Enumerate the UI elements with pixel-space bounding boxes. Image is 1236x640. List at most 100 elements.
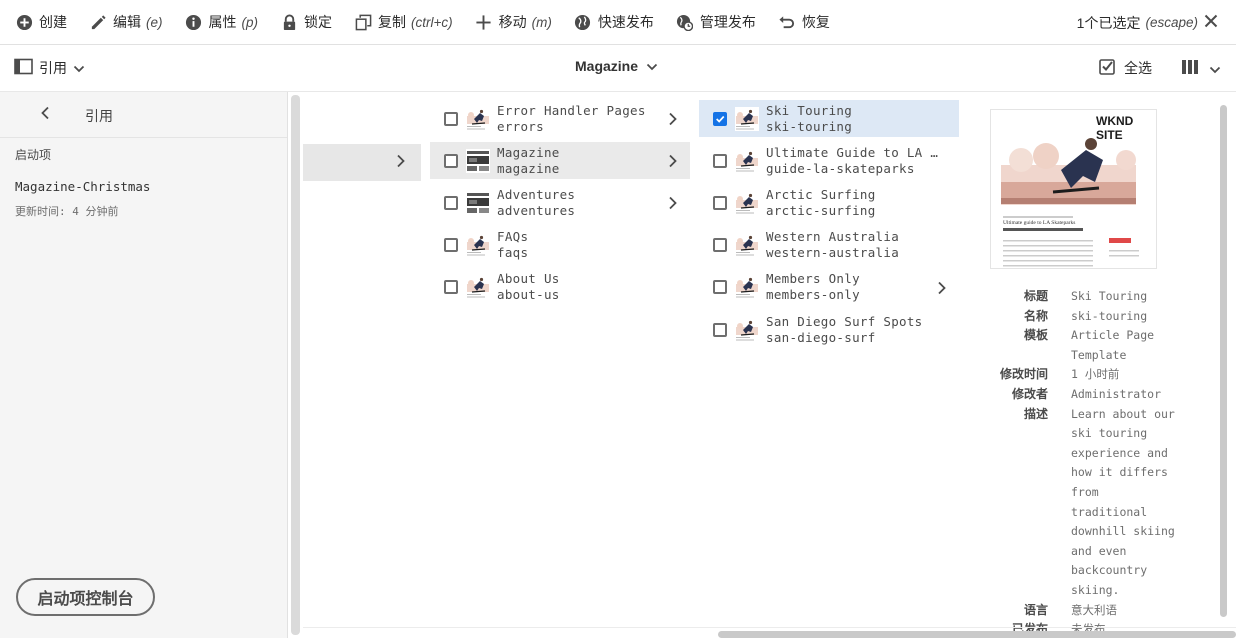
edit-label: 编辑 [113, 14, 141, 30]
copy-button[interactable]: 复制 (ctrl+c) [343, 0, 464, 45]
row-text: Magazine magazine [497, 145, 667, 177]
list-item[interactable]: Error Handler Pages errors [430, 100, 690, 137]
view-header: 引用 Magazine 全选 [0, 46, 1236, 92]
manage-publication-label: 管理发布 [699, 14, 756, 30]
list-item[interactable]: Ski Touring ski-touring [699, 100, 959, 137]
chevron-right-icon[interactable] [668, 154, 678, 173]
property-value: Administrator [1071, 386, 1162, 401]
manage-publication-button[interactable]: 管理发布 [665, 0, 767, 45]
property-row: 名称 ski-touring [1000, 307, 1200, 327]
page-title: San Diego Surf Spots [766, 313, 923, 329]
property-row: 描述 Learn about our ski touring experience… [1000, 405, 1200, 601]
row-checkbox[interactable] [713, 153, 727, 168]
row-text: Ski Touring ski-touring [766, 103, 944, 135]
rail-title: 引用 [85, 108, 113, 124]
page-thumbnail [466, 106, 490, 131]
property-value: 1 小时前 [1071, 367, 1120, 382]
page-name: about-us [497, 287, 560, 303]
move-label: 移动 [498, 14, 527, 30]
edit-button[interactable]: 编辑 (e) [78, 0, 174, 45]
list-item[interactable]: Arctic Surfing arctic-surfing [699, 184, 959, 221]
property-label: 描述 [1023, 406, 1048, 421]
property-row: 修改者 Administrator [1000, 385, 1200, 405]
chevron-right-icon[interactable] [937, 281, 947, 300]
page-title: Western Australia [766, 229, 900, 245]
property-value: Ski Touring [1071, 289, 1148, 303]
row-checkbox[interactable] [444, 195, 458, 210]
lock-button[interactable]: 锁定 [269, 0, 343, 45]
list-item[interactable]: Members Only members-only [699, 269, 959, 306]
row-checkbox[interactable] [444, 153, 458, 168]
lock-label: 锁定 [304, 14, 332, 30]
view-title-dropdown[interactable]: Magazine [575, 58, 658, 74]
page-name: members-only [766, 287, 860, 303]
row-checkbox[interactable] [713, 280, 727, 295]
chevron-right-icon[interactable] [668, 112, 678, 131]
row-text: Adventures adventures [497, 187, 667, 219]
row-checkbox[interactable] [444, 238, 458, 253]
copy-label: 复制 [378, 14, 406, 30]
list-item[interactable]: Western Australia western-australia [699, 227, 959, 264]
restore-label: 恢复 [801, 14, 830, 30]
view-title-label: Magazine [575, 58, 639, 74]
property-row: 修改时间 1 小时前 [1000, 365, 1200, 385]
edit-shortcut: (e) [146, 14, 163, 30]
property-label: 名称 [1023, 308, 1048, 323]
page-thumbnail [466, 190, 490, 215]
page-properties-list: 标题 Ski Touring 名称 ski-touring 模板 Article Page… [1000, 287, 1200, 640]
copy-icon [354, 13, 372, 31]
row-text: Western Australia western-australia [766, 229, 944, 261]
select-all-button[interactable]: 全选 [1099, 58, 1152, 78]
chevron-left-icon[interactable] [40, 106, 56, 122]
page-title: Ultimate Guide to LA S… [766, 144, 944, 160]
row-checkbox[interactable] [444, 280, 458, 295]
pencil-icon [89, 13, 107, 31]
rail-panel-icon [14, 58, 33, 78]
close-icon[interactable] [1204, 14, 1220, 30]
move-icon [475, 13, 493, 31]
row-checkbox[interactable] [713, 322, 727, 337]
list-item[interactable]: Magazine magazine [430, 142, 690, 180]
launch-item[interactable]: Magazine-Christmas [15, 179, 150, 194]
list-item[interactable]: San Diego Surf Spots san-diego-surf [699, 311, 959, 348]
row-text: Error Handler Pages errors [497, 103, 667, 135]
property-label: 修改时间 [1000, 367, 1049, 382]
rail-toggle-button[interactable]: 引用 [14, 58, 85, 78]
references-rail: 引用 启动项 Magazine-Christmas 更新时间: 4 分钟前 启动… [0, 92, 288, 638]
property-row: 标题 Ski Touring [1000, 287, 1200, 307]
launches-console-button[interactable]: 启动项控制台 [16, 578, 155, 616]
rail-header: 引用 [0, 92, 287, 138]
chevron-right-icon[interactable] [668, 196, 678, 215]
list-item[interactable]: About Us about-us [430, 269, 690, 306]
list-item[interactable]: Adventures adventures [430, 184, 690, 221]
globe-clock-icon [676, 13, 694, 31]
property-value: 意大利语 [1071, 602, 1117, 617]
vertical-scrollbar[interactable] [1220, 105, 1227, 617]
create-button[interactable]: 创建 [0, 0, 78, 45]
copy-shortcut: (ctrl+c) [411, 14, 453, 30]
list-item[interactable]: Ultimate Guide to LA S… guide-la-skatepar… [699, 142, 959, 179]
action-bar: 创建 编辑 (e) 属性 (p) 锁定 复制 (ctrl+c) 移动 (m) 快… [0, 0, 1236, 45]
horizontal-scrollbar[interactable] [718, 631, 1236, 638]
rail-scrollbar[interactable] [291, 95, 300, 635]
page-title: Error Handler Pages [497, 102, 646, 118]
page-title: Arctic Surfing [766, 186, 876, 202]
row-checkbox[interactable] [713, 111, 727, 126]
launch-updated-time: 更新时间: 4 分钟前 [15, 205, 119, 218]
row-text: FAQs faqs [497, 229, 667, 261]
properties-button[interactable]: 属性 (p) [174, 0, 270, 45]
view-switcher[interactable] [1181, 58, 1221, 81]
list-item[interactable]: FAQs faqs [430, 227, 690, 264]
restore-button[interactable]: 恢复 [767, 0, 841, 45]
preview-article-headline: Ultimate guide to LA Skateparks [1003, 220, 1076, 226]
move-shortcut: (m) [531, 14, 552, 30]
row-text: Arctic Surfing arctic-surfing [766, 187, 944, 219]
column-view-icon [1181, 58, 1199, 81]
row-checkbox[interactable] [713, 195, 727, 210]
move-button[interactable]: 移动 (m) [464, 0, 563, 45]
quick-publish-button[interactable]: 快速发布 [563, 0, 665, 45]
page-thumbnail [735, 317, 759, 342]
property-label: 模板 [1023, 328, 1048, 343]
row-checkbox[interactable] [713, 238, 727, 253]
row-checkbox[interactable] [444, 111, 458, 126]
